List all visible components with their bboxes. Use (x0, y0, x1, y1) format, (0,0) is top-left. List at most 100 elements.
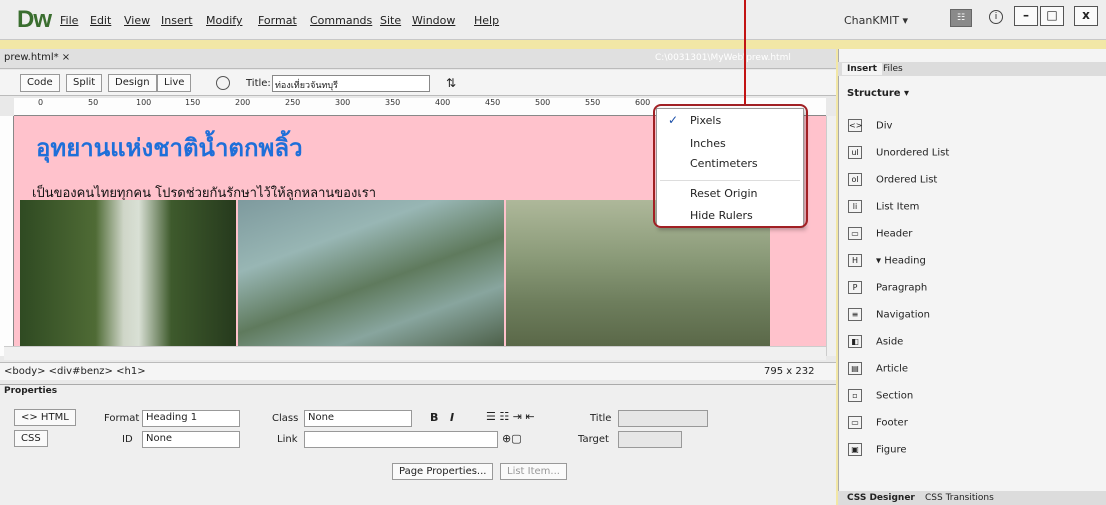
app-logo: Dw (17, 6, 52, 33)
target-select[interactable] (618, 431, 682, 448)
document-tab[interactable]: prew.html* × (4, 52, 70, 63)
tag-selector[interactable]: <body> <div#benz> <h1> (4, 366, 146, 377)
code-view-button[interactable]: Code (20, 74, 60, 92)
insert-item-section[interactable]: ▫ Section (848, 389, 913, 407)
ruler-tick: 100 (136, 98, 152, 107)
insert-item-label: Paragraph (876, 282, 928, 294)
design-view-button[interactable]: Design (108, 74, 157, 92)
insert-item-list-item[interactable]: li List Item (848, 200, 919, 218)
class-label: Class (272, 413, 299, 424)
page-heading[interactable]: อุทยานแห่งชาติน้ำตกพลิ้ว (36, 128, 303, 167)
insert-item-figure[interactable]: ▣ Figure (848, 443, 907, 461)
ruler-tick: 500 (535, 98, 551, 107)
minimize-button[interactable]: – (1014, 6, 1038, 26)
menu-edit[interactable]: Edit (90, 14, 111, 27)
menu-format[interactable]: Format (258, 14, 297, 27)
insert-item-paragraph[interactable]: P Paragraph (848, 281, 927, 299)
globe-icon[interactable] (216, 76, 230, 90)
ruler-tick: 200 (235, 98, 251, 107)
section-icon: ▫ (848, 389, 862, 402)
menu-site[interactable]: Site (380, 14, 401, 27)
insert-item-label: Ordered List (876, 174, 938, 186)
article-icon: ▤ (848, 362, 862, 375)
insert-item-label: List Item (876, 201, 920, 213)
insert-item-label: Article (876, 363, 909, 375)
ruler-tick: 550 (585, 98, 601, 107)
ruler-tick: 450 (485, 98, 501, 107)
user-account-menu[interactable]: ChanKMIT ▾ (844, 14, 908, 27)
insert-item-heading[interactable]: H ▾ Heading (848, 254, 926, 272)
tab-css-designer[interactable]: CSS Designer (842, 492, 920, 504)
sync-icon[interactable]: ☷ (950, 9, 972, 27)
insert-item-label: Navigation (876, 309, 930, 321)
insert-item-label: Unordered List (876, 147, 950, 159)
vertical-ruler[interactable] (0, 116, 14, 356)
insert-item-ordered-list[interactable]: ol Ordered List (848, 173, 937, 191)
point-to-file-icon[interactable]: ⊕▢ (502, 432, 522, 445)
tab-files[interactable]: Files (878, 63, 908, 75)
file-management-icon[interactable]: ⇅ (446, 76, 456, 90)
page-properties-button[interactable]: Page Properties... (392, 463, 494, 480)
format-select[interactable]: Heading 1 (142, 410, 240, 427)
unordered-list-icon: ul (848, 146, 862, 159)
ruler-tick: 0 (38, 98, 44, 107)
waterfall-photo[interactable] (20, 200, 236, 346)
close-button[interactable]: x (1074, 6, 1098, 26)
menu-view[interactable]: View (124, 14, 150, 27)
class-select[interactable]: None (304, 410, 412, 427)
ruler-tick: 600 (635, 98, 651, 107)
insert-item-div[interactable]: <> Div (848, 119, 892, 137)
css-mode-button[interactable]: CSS (14, 430, 48, 447)
ruler-tick: 150 (185, 98, 201, 107)
insert-item-aside[interactable]: ◧ Aside (848, 335, 903, 353)
live-view-button[interactable]: Live (157, 74, 192, 92)
target-label: Target (578, 434, 609, 445)
insert-item-article[interactable]: ▤ Article (848, 362, 908, 380)
tab-css-transitions[interactable]: CSS Transitions (920, 492, 999, 504)
insert-item-label: Section (876, 390, 914, 402)
menu-commands[interactable]: Commands (310, 14, 372, 27)
menu-file[interactable]: File (60, 14, 78, 27)
insert-item-label: Footer (876, 417, 908, 429)
tab-insert[interactable]: Insert (842, 63, 882, 75)
id-select[interactable]: None (142, 431, 240, 448)
header-icon: ▭ (848, 227, 862, 240)
info-icon[interactable]: i (989, 10, 1003, 24)
ruler-tick: 300 (335, 98, 351, 107)
title-input[interactable] (618, 410, 708, 427)
link-label: Link (277, 434, 298, 445)
link-input[interactable] (304, 431, 498, 448)
insert-item-header[interactable]: ▭ Header (848, 227, 912, 245)
vertical-scrollbar[interactable] (826, 116, 836, 356)
ruler-tick: 400 (435, 98, 451, 107)
insert-panel (838, 49, 1106, 505)
insert-item-label: Header (876, 228, 913, 240)
menu-window[interactable]: Window (412, 14, 455, 27)
window-size-indicator[interactable]: 795 x 232 (764, 366, 814, 377)
insert-item-label: Aside (876, 336, 904, 348)
html-mode-button[interactable]: <> HTML (14, 409, 76, 426)
menu-modify[interactable]: Modify (206, 14, 242, 27)
list-item-button[interactable]: List Item... (500, 463, 567, 480)
insert-item-navigation[interactable]: ≡ Navigation (848, 308, 930, 326)
river-people-photo[interactable] (238, 200, 504, 346)
italic-button[interactable]: I (450, 411, 454, 424)
list-item-icon: li (848, 200, 862, 213)
document-path: C:\0031301\MyWeb\prew.html (655, 53, 791, 63)
menu-insert[interactable]: Insert (161, 14, 193, 27)
ruler-tick: 50 (88, 98, 99, 107)
bold-button[interactable]: B (430, 411, 438, 424)
insert-item-footer[interactable]: ▭ Footer (848, 416, 908, 434)
page-title-label: Title: (246, 78, 271, 89)
list-format-icon[interactable]: ☰ ☷ ⇥ ⇤ (486, 410, 535, 423)
insert-item-unordered-list[interactable]: ul Unordered List (848, 146, 949, 164)
insert-category-select[interactable]: Structure ▾ (847, 88, 909, 99)
split-view-button[interactable]: Split (66, 74, 103, 92)
horizontal-scrollbar[interactable] (4, 346, 826, 360)
maximize-button[interactable]: □ (1040, 6, 1064, 26)
menu-help[interactable]: Help (474, 14, 499, 27)
annotation-highlight-box (653, 104, 808, 228)
annotation-pointer-line (744, 0, 746, 106)
id-label: ID (122, 434, 133, 445)
page-title-input[interactable]: ท่องเที่ยวจันทบุรี (272, 75, 430, 92)
